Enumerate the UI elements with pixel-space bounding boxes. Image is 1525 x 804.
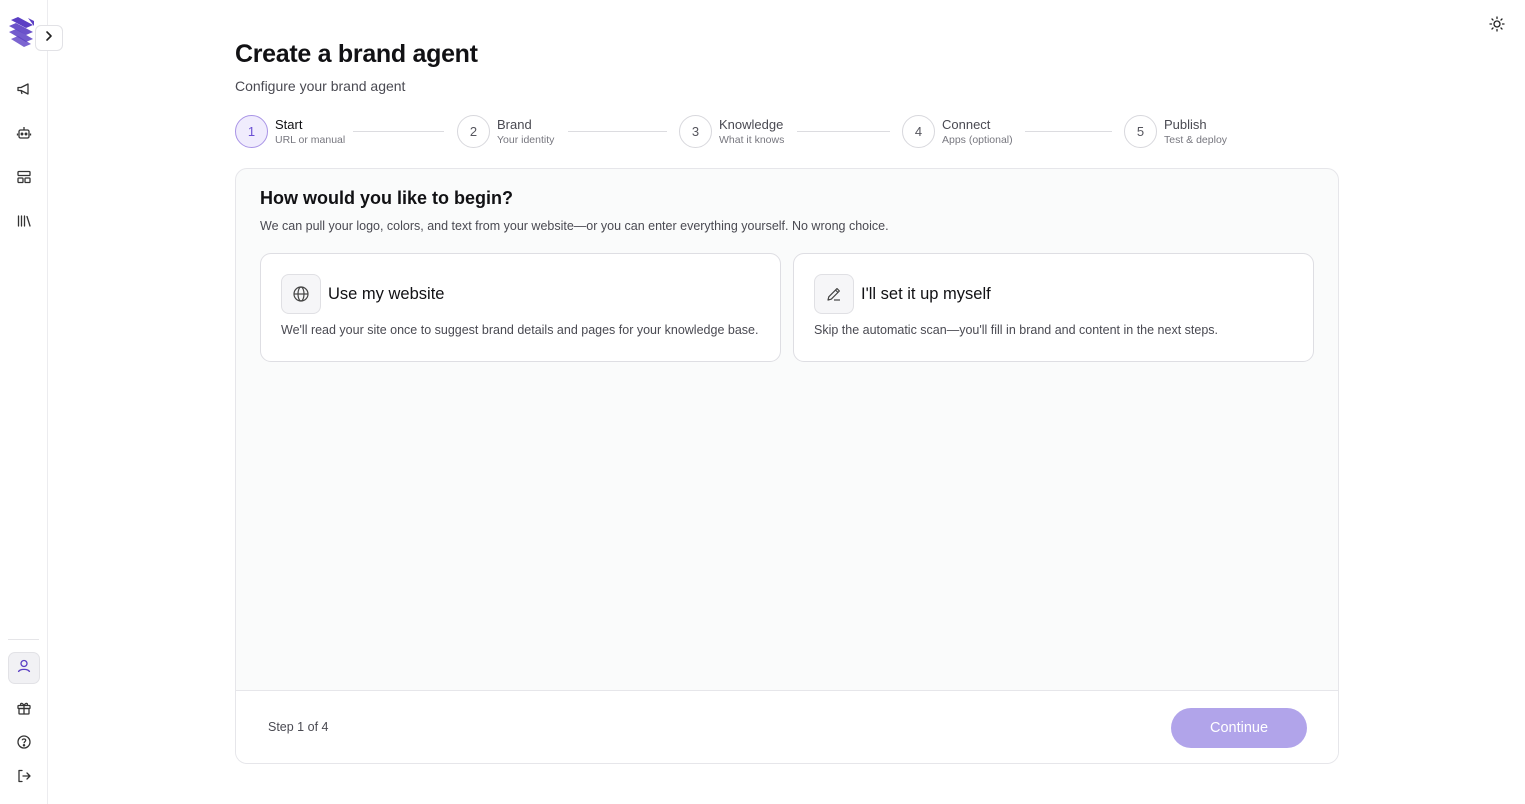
layout-icon[interactable] xyxy=(14,167,34,187)
option-description: We'll read your site once to suggest bra… xyxy=(281,323,759,337)
step-sublabel: URL or manual xyxy=(275,133,346,146)
help-icon[interactable] xyxy=(14,732,34,752)
bot-icon[interactable] xyxy=(14,123,34,143)
step-connector xyxy=(797,131,890,132)
step-brand[interactable]: 2 Brand Your identity xyxy=(457,115,554,148)
step-sublabel: Test & deploy xyxy=(1164,133,1228,146)
option-use-website[interactable]: Use my website We'll read your site once… xyxy=(260,253,781,362)
theme-toggle-sun-icon[interactable] xyxy=(1487,14,1507,34)
step-connector xyxy=(353,131,444,132)
chevron-right-icon xyxy=(43,29,55,47)
option-description: Skip the automatic scan—you'll fill in b… xyxy=(814,323,1219,337)
card-footer: Step 1 of 4 Continue xyxy=(236,690,1338,763)
step-sublabel: Apps (optional) xyxy=(942,133,1013,146)
sidebar-divider xyxy=(8,639,39,640)
step-number: 2 xyxy=(457,115,490,148)
pencil-icon xyxy=(814,274,854,314)
step-connector xyxy=(568,131,667,132)
step-label: Brand xyxy=(497,116,532,132)
megaphone-icon[interactable] xyxy=(14,79,34,99)
step-sublabel: What it knows xyxy=(719,133,785,146)
card-description: We can pull your logo, colors, and text … xyxy=(260,219,889,233)
option-manual-setup[interactable]: I'll set it up myself Skip the automatic… xyxy=(793,253,1314,362)
logout-icon[interactable] xyxy=(14,766,34,786)
step-connector xyxy=(1025,131,1112,132)
option-title: Use my website xyxy=(328,285,445,303)
setup-card: How would you like to begin? We can pull… xyxy=(235,168,1339,764)
step-label: Publish xyxy=(1164,116,1207,132)
step-number: 5 xyxy=(1124,115,1157,148)
sidebar xyxy=(0,0,63,804)
step-number: 1 xyxy=(235,115,268,148)
globe-icon xyxy=(281,274,321,314)
user-profile-button[interactable] xyxy=(8,652,40,684)
user-icon xyxy=(16,658,32,679)
option-title: I'll set it up myself xyxy=(861,285,991,303)
stepper: 1 Start URL or manual 2 Brand Your ident… xyxy=(235,115,1335,149)
step-label: Start xyxy=(275,116,303,132)
page-title: Create a brand agent xyxy=(235,40,478,68)
library-icon[interactable] xyxy=(14,211,34,231)
step-sublabel: Your identity xyxy=(497,133,555,146)
step-label: Connect xyxy=(942,116,991,132)
step-number: 3 xyxy=(679,115,712,148)
brand-logo-icon[interactable] xyxy=(7,16,37,48)
gift-icon[interactable] xyxy=(14,698,34,718)
continue-button[interactable]: Continue xyxy=(1171,708,1307,748)
step-start[interactable]: 1 Start URL or manual xyxy=(235,115,345,148)
step-label: Knowledge xyxy=(719,116,784,132)
step-publish[interactable]: 5 Publish Test & deploy xyxy=(1124,115,1227,148)
expand-sidebar-button[interactable] xyxy=(35,25,63,51)
step-count: Step 1 of 4 xyxy=(268,720,329,734)
step-knowledge[interactable]: 3 Knowledge What it knows xyxy=(679,115,784,148)
step-number: 4 xyxy=(902,115,935,148)
card-title: How would you like to begin? xyxy=(260,188,513,208)
step-connect[interactable]: 4 Connect Apps (optional) xyxy=(902,115,1013,148)
page-subtitle: Configure your brand agent xyxy=(235,78,406,94)
